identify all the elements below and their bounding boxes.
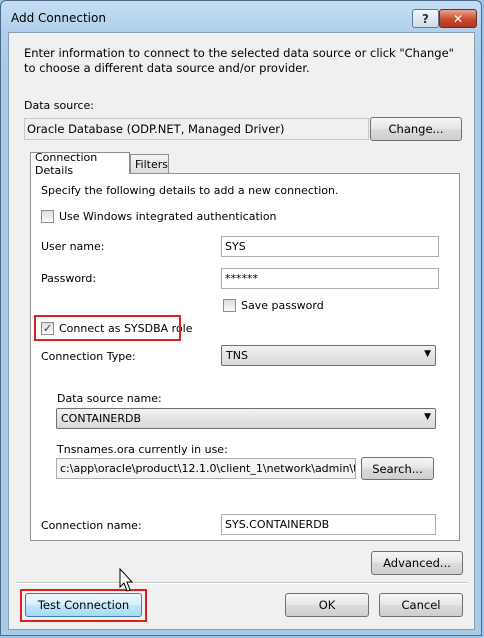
search-button[interactable]: Search... [361,457,434,480]
dialog-client-area: Enter information to connect to the sele… [8,32,475,630]
chevron-down-icon: ▼ [424,412,431,422]
mouse-cursor-icon [119,568,134,592]
tnsnames-path[interactable]: c:\app\oracle\product\12.1.0\client_1\ne… [56,458,356,479]
ds-name-label: Data source name: [57,392,162,405]
window-title: Add Connection [11,11,106,25]
close-button[interactable]: ✕ [439,9,477,28]
help-icon: ? [422,11,429,26]
connection-type-select[interactable]: TNS ▼ [221,345,436,366]
ds-name-select[interactable]: CONTAINERDB ▼ [56,408,436,429]
connection-type-label: Connection Type: [41,350,136,363]
cancel-button[interactable]: Cancel [379,593,463,617]
connection-name-label: Connection name: [41,519,142,532]
change-button[interactable]: Change... [370,117,462,141]
connection-name-input[interactable]: SYS.CONTAINERDB [221,514,436,535]
windows-auth-checkbox[interactable] [41,210,54,223]
sysdba-highlight [34,315,181,341]
username-input[interactable]: SYS [221,236,439,257]
advanced-button[interactable]: Advanced... [371,551,463,575]
password-label: Password: [41,272,97,285]
connection-details-panel: Specify the following details to add a n… [30,173,460,541]
connection-type-value: TNS [226,349,248,362]
details-instruction: Specify the following details to add a n… [41,184,339,197]
ds-name-value: CONTAINERDB [61,412,142,425]
tab-connection-details[interactable]: Connection Details [30,151,130,177]
intro-text: Enter information to connect to the sele… [24,46,454,75]
tnsnames-label: Tnsnames.ora currently in use: [57,443,228,456]
windows-auth-label[interactable]: Use Windows integrated authentication [59,210,277,223]
password-input[interactable]: ****** [221,268,439,289]
data-source-label: Data source: [24,99,94,112]
data-source-value: Oracle Database (ODP.NET, Managed Driver… [24,118,369,140]
separator [16,582,468,584]
username-label: User name: [41,240,105,253]
close-icon: ✕ [452,11,464,26]
add-connection-dialog: Add Connection ? ✕ Enter information to … [0,0,482,636]
save-password-checkbox[interactable] [223,299,236,312]
help-button[interactable]: ? [412,9,439,28]
title-bar: Add Connection ? ✕ [1,1,481,31]
ok-button[interactable]: OK [285,593,369,617]
tab-filters[interactable]: Filters [130,154,169,174]
save-password-label[interactable]: Save password [241,299,324,312]
chevron-down-icon: ▼ [424,349,431,359]
